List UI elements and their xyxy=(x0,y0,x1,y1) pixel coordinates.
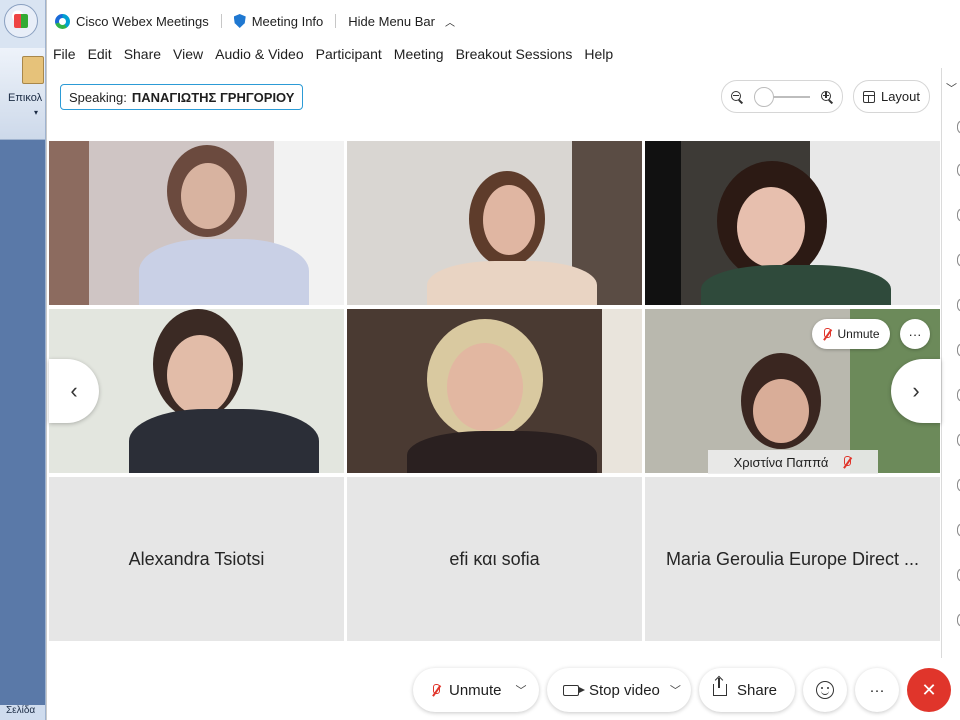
hide-menu-bar-label: Hide Menu Bar xyxy=(348,13,435,29)
video-feed-image xyxy=(645,141,940,305)
stop-video-button[interactable]: Stop video xyxy=(563,682,660,699)
meeting-info-button[interactable]: Meeting Info xyxy=(233,13,324,29)
layout-icon xyxy=(862,90,875,103)
chevron-up-icon: ︿ xyxy=(444,17,455,29)
menu-view[interactable]: View xyxy=(173,46,203,62)
active-speaker-name: ΠΑΝΑΓΙΩΤΗΣ ΓΡΗΓΟΡΙΟΥ xyxy=(131,89,295,105)
share-content: Share xyxy=(713,678,778,699)
participant-name-tile[interactable]: efi και sofia xyxy=(347,477,642,641)
webex-logo-icon xyxy=(55,13,70,29)
unmute-control: Unmute ﹀ xyxy=(413,668,539,712)
title-divider xyxy=(220,14,222,28)
title-bar: Cisco Webex Meetings Meeting Info Hide M… xyxy=(47,0,960,42)
participant-name-tile[interactable]: Alexandra Tsiotsi xyxy=(49,477,344,641)
menu-help[interactable]: Help xyxy=(584,46,613,62)
shield-icon xyxy=(233,14,246,28)
participant-name: efi και sofia xyxy=(449,548,540,569)
tile-unmute-label: Unmute xyxy=(837,327,880,341)
menu-bar: File Edit Share View Audio & Video Parti… xyxy=(47,42,960,66)
more-options-button[interactable]: ··· xyxy=(855,668,899,712)
mic-muted-icon xyxy=(431,683,441,697)
participant-video-tile[interactable] xyxy=(645,141,940,305)
right-panel-strip: ﹀ xyxy=(941,68,960,658)
paste-icon[interactable] xyxy=(22,56,44,84)
video-feed-image xyxy=(347,309,642,473)
audio-options-chevron-icon[interactable]: ﹀ xyxy=(516,682,527,698)
background-app-window: Επικολ ▾ Σελίδα xyxy=(0,0,46,720)
meeting-info-label: Meeting Info xyxy=(251,13,324,29)
participant-video-tile[interactable] xyxy=(49,141,344,305)
menu-breakout-sessions[interactable]: Breakout Sessions xyxy=(456,46,573,62)
mic-muted-icon xyxy=(842,455,852,469)
close-icon: ✕ xyxy=(921,679,937,700)
app-name: Cisco Webex Meetings xyxy=(76,13,209,29)
leave-meeting-button[interactable]: ✕ xyxy=(907,668,951,712)
zoom-slider[interactable] xyxy=(753,86,810,107)
zoom-control xyxy=(721,80,843,113)
zoom-out-icon[interactable] xyxy=(730,90,744,104)
share-button[interactable]: Share xyxy=(699,668,795,712)
mic-muted-icon xyxy=(822,327,832,341)
chevron-left-icon: ‹ xyxy=(70,378,78,403)
video-feed-image xyxy=(347,141,642,305)
title-divider xyxy=(335,14,337,28)
video-options-chevron-icon[interactable]: ﹀ xyxy=(670,682,681,698)
chevron-down-icon[interactable]: ﹀ xyxy=(946,80,957,96)
layout-label: Layout xyxy=(880,89,921,104)
menu-file[interactable]: File xyxy=(53,46,76,62)
share-icon xyxy=(713,678,727,696)
unmute-button[interactable]: Unmute xyxy=(431,682,502,699)
menu-audio-video[interactable]: Audio & Video xyxy=(215,46,303,62)
share-label: Share xyxy=(737,681,778,699)
reactions-button[interactable] xyxy=(803,668,847,712)
chevron-right-icon: › xyxy=(912,378,920,403)
webex-meeting-window: Cisco Webex Meetings Meeting Info Hide M… xyxy=(46,0,960,720)
menu-participant[interactable]: Participant xyxy=(316,46,382,62)
video-feed-image xyxy=(49,141,344,305)
participant-video-tile[interactable] xyxy=(347,141,642,305)
emoji-reactions-icon xyxy=(816,681,834,699)
paste-label: Επικολ xyxy=(8,92,43,104)
participant-name: Alexandra Tsiotsi xyxy=(128,548,265,569)
tile-unmute-button[interactable]: Unmute xyxy=(812,319,890,349)
menu-edit[interactable]: Edit xyxy=(88,46,112,62)
participant-name: Maria Geroulia Europe Direct ... xyxy=(665,548,920,569)
unmute-label: Unmute xyxy=(449,681,502,699)
participant-name-label: Χριστίνα Παππά xyxy=(708,450,878,474)
participant-name-tile[interactable]: Maria Geroulia Europe Direct ... xyxy=(645,477,940,641)
hide-menu-bar-button[interactable]: Hide Menu Bar ︿ xyxy=(348,14,455,29)
speaking-label: Speaking: xyxy=(69,89,127,105)
zoom-slider-thumb[interactable] xyxy=(753,86,774,107)
office-button-icon[interactable] xyxy=(4,4,38,38)
speaking-indicator: Speaking: ΠΑΝΑΓΙΩΤΗΣ ΓΡΗΓΟΡΙΟΥ xyxy=(60,84,304,110)
menu-share[interactable]: Share xyxy=(124,46,161,62)
layout-button[interactable]: Layout xyxy=(853,80,930,113)
participant-name: Χριστίνα Παππά xyxy=(733,454,829,470)
zoom-in-icon[interactable] xyxy=(820,90,834,104)
video-camera-icon xyxy=(563,684,585,696)
stop-video-label: Stop video xyxy=(589,681,660,699)
video-control: Stop video ﹀ xyxy=(547,668,691,712)
background-document-area xyxy=(0,140,45,705)
chevron-down-icon[interactable]: ▾ xyxy=(34,108,38,117)
app-title: Cisco Webex Meetings xyxy=(55,13,209,29)
menu-meeting[interactable]: Meeting xyxy=(394,46,444,62)
background-status-bar: Σελίδα xyxy=(0,705,45,720)
tile-more-options-button[interactable]: ··· xyxy=(900,319,930,349)
participant-video-tile[interactable] xyxy=(347,309,642,473)
